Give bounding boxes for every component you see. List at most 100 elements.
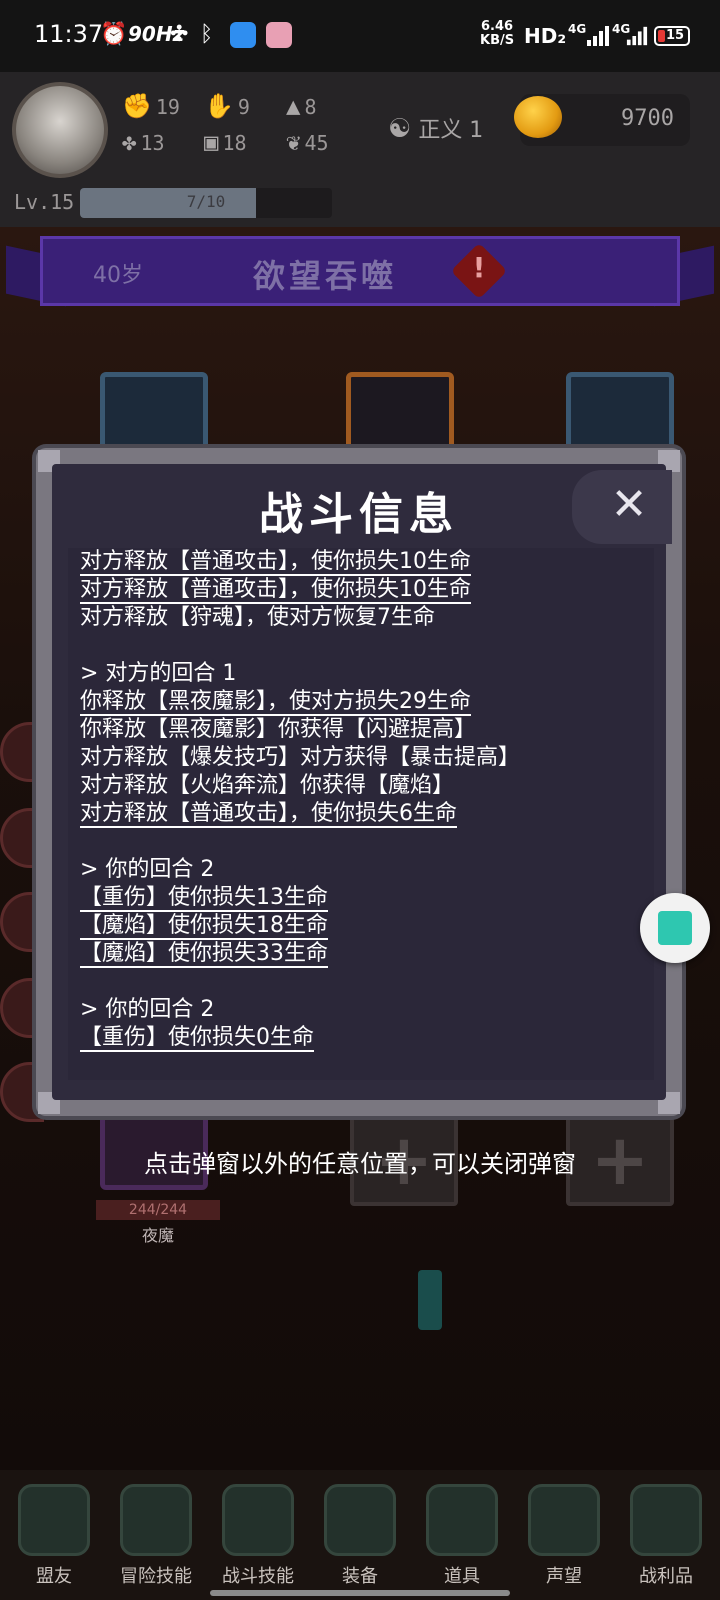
hd-indicator: HD₂ xyxy=(524,24,567,48)
log-line: 对方释放【狩魂】，使对方恢复7生命 xyxy=(68,604,654,632)
stat-luck: ✤ 13 xyxy=(122,128,165,156)
player-header: ✊ 19 ✋ 9 ▲ 8 ✤ 13 ▣ 18 ❦ 45 ☯ 正义 1 9700 Lv.15 … xyxy=(0,72,720,227)
signal-icon xyxy=(587,26,609,46)
book-icon xyxy=(120,1484,192,1556)
nav-reputation[interactable]: 声望 xyxy=(514,1478,614,1588)
hand-icon: ✋ xyxy=(204,92,234,120)
bluetooth-icon: ᛒ xyxy=(200,22,214,47)
xp-bar: 7/10 xyxy=(80,188,332,218)
stat-defense: ▣ 18 xyxy=(204,128,247,156)
xp-text: 7/10 xyxy=(186,192,226,211)
dismiss-hint: 点击弹窗以外的任意位置，可以关闭弹窗 xyxy=(144,1150,576,1178)
close-button[interactable]: ✕ xyxy=(604,478,654,532)
log-line-text: 对方释放【普通攻击】，使你损失10生命 xyxy=(80,577,471,604)
log-line: > 你的回合 2 xyxy=(68,856,654,884)
net-speed: 6.46 KB/S xyxy=(480,20,514,48)
gold-display: 9700 xyxy=(514,94,690,146)
log-line: > 你的回合 2 xyxy=(68,996,654,1024)
log-line-text: 你释放【黑夜魔影】你获得【闪避提高】 xyxy=(80,717,477,742)
log-line: 【重伤】使你损失0生命 xyxy=(68,1024,654,1052)
stat-value: 13 xyxy=(140,131,165,155)
log-line-text: 你释放【黑夜魔影】，使对方损失29生命 xyxy=(80,689,471,716)
wizard-hat-icon: ▲ xyxy=(286,92,301,120)
app-icon xyxy=(266,22,292,48)
net-speed-unit: KB/S xyxy=(480,33,515,48)
log-line: 对方释放【火焰奔流】你获得【魔焰】 xyxy=(68,772,654,800)
nav-battle-skills[interactable]: 战斗技能 xyxy=(208,1478,308,1588)
home-indicator[interactable] xyxy=(210,1590,510,1596)
lotus-icon: ❦ xyxy=(286,128,301,156)
log-line-text: 对方释放【狩魂】，使对方恢复7生命 xyxy=(80,605,435,630)
backpack-icon xyxy=(222,1484,294,1556)
warning-mark: ! xyxy=(472,251,486,284)
avatar[interactable] xyxy=(12,82,108,178)
log-line: 你释放【黑夜魔影】，使对方损失29生命 xyxy=(68,688,654,716)
status-bar: 11:37 ⏰ 90Hz ✣ ᛒ 6.46 KB/S HD₂ 4G 4G 15 xyxy=(0,0,720,72)
log-line: 【魔焰】使你损失33生命 xyxy=(68,940,654,968)
log-line-text: 对方释放【爆发技巧】对方获得【暴击提高】 xyxy=(80,745,521,770)
nav-label: 道具 xyxy=(444,1566,480,1587)
nav-label: 声望 xyxy=(546,1566,582,1587)
nav-loot[interactable]: 战利品 xyxy=(616,1478,716,1588)
stat-value: 8 xyxy=(304,95,317,119)
event-banner: 40岁 欲望吞噬 ! xyxy=(40,236,680,306)
battle-log[interactable]: 对方释放【普通攻击】，使你损失10生命 对方释放【普通攻击】，使你损失10生命 对方… xyxy=(68,548,654,1080)
nav-label: 盟友 xyxy=(36,1566,72,1587)
log-line: 【重伤】使你损失13生命 xyxy=(68,884,654,912)
armor-icon: ▣ xyxy=(204,128,219,156)
signal-label: 4G xyxy=(568,22,587,36)
log-line: 对方释放【普通攻击】，使你损失6生命 xyxy=(68,800,654,828)
nav-label: 战斗技能 xyxy=(222,1566,294,1587)
bag-icon xyxy=(426,1484,498,1556)
battery-level: 15 xyxy=(666,28,685,43)
gold-amount: 9700 xyxy=(621,106,674,131)
scroll-icon xyxy=(528,1484,600,1556)
log-line-text: 对方释放【普通攻击】，使你损失6生命 xyxy=(80,801,457,828)
stat-magic: ▲ 8 xyxy=(286,92,317,120)
floating-assistant-button[interactable] xyxy=(640,893,710,963)
stat-spirit: ❦ 45 xyxy=(286,128,329,156)
bottom-nav: 盟友 冒险技能 战斗技能 装备 道具 声望 战利品 xyxy=(0,1470,720,1600)
age-label: 40岁 xyxy=(93,263,143,288)
swords-icon xyxy=(324,1484,396,1556)
log-line-text: 对方释放【普通攻击】，使你损失10生命 xyxy=(80,549,471,576)
log-line-text: 对方释放【火焰奔流】你获得【魔焰】 xyxy=(80,773,455,798)
log-line: 【魔焰】使你损失18生命 xyxy=(68,912,654,940)
log-line-text: 【重伤】使你损失13生命 xyxy=(80,885,328,912)
signal-icon xyxy=(626,26,648,46)
log-line-text: 【魔焰】使你损失18生命 xyxy=(80,913,328,940)
chest-icon xyxy=(630,1484,702,1556)
nav-equipment[interactable]: 装备 xyxy=(310,1478,410,1588)
alignment: ☯ 正义 1 xyxy=(388,112,483,144)
nav-label: 战利品 xyxy=(639,1566,693,1587)
log-line-text: > 你的回合 2 xyxy=(80,997,215,1022)
nav-adventure-skills[interactable]: 冒险技能 xyxy=(106,1478,206,1588)
stat-value: 45 xyxy=(304,131,329,155)
yin-yang-icon: ☯ xyxy=(388,114,412,144)
alarm-icon: ⏰ xyxy=(100,22,128,47)
clock: 11:37 xyxy=(34,20,104,48)
log-line: 对方释放【普通攻击】，使你损失10生命 xyxy=(68,548,654,576)
nav-label: 装备 xyxy=(342,1566,378,1587)
cube-icon xyxy=(658,911,692,945)
fist-icon: ✊ xyxy=(122,92,152,120)
nav-allies[interactable]: 盟友 xyxy=(4,1478,104,1588)
gold-coin-icon xyxy=(514,96,562,138)
app-icon xyxy=(230,22,256,48)
log-line: > 对方的回合 1 xyxy=(68,660,654,688)
log-line: 对方释放【普通攻击】，使你损失10生命 xyxy=(68,576,654,604)
stat-agility: ✋ 9 xyxy=(204,92,250,120)
dialog-title: 战斗信息 xyxy=(259,489,459,540)
stat-value: 19 xyxy=(155,95,180,119)
log-line-text: 【重伤】使你损失0生命 xyxy=(80,1025,314,1052)
clover-icon: ✤ xyxy=(122,128,137,156)
enemy-name: 夜魔 xyxy=(141,1226,174,1245)
log-line-text: > 对方的回合 1 xyxy=(80,661,237,686)
player-level: Lv.15 xyxy=(14,190,75,214)
nav-items[interactable]: 道具 xyxy=(412,1478,512,1588)
lantern xyxy=(418,1270,442,1330)
log-line-text: 【魔焰】使你损失33生命 xyxy=(80,941,328,968)
